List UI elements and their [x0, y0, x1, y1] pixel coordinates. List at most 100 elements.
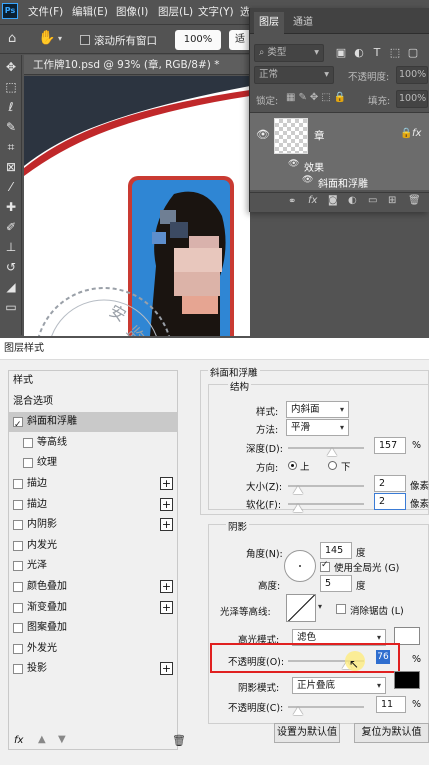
new-layer-icon[interactable]: ⊞ [388, 195, 396, 206]
fill-input[interactable]: 100% [396, 90, 428, 108]
style-item-checkbox[interactable] [23, 458, 33, 469]
direction-up-radio[interactable] [288, 461, 297, 470]
menu-image[interactable]: 图像(I) [116, 4, 148, 19]
style-item[interactable]: 内发光 [9, 536, 177, 556]
visibility-eye-icon[interactable]: 👁 [302, 175, 313, 185]
style-item[interactable]: 纹理 [9, 453, 177, 473]
style-item[interactable]: 描边 + [9, 495, 177, 515]
scroll-all-windows-checkbox[interactable] [80, 35, 90, 45]
anti-alias-checkbox[interactable] [336, 604, 346, 614]
hand-tool-icon[interactable]: ✋ [38, 30, 55, 46]
style-item-checkbox[interactable] [13, 520, 23, 531]
lock-icons[interactable]: ▦✎✥⬚🔒 [286, 92, 349, 103]
document-canvas[interactable]: 安 监 [24, 76, 250, 336]
reset-default-button[interactable]: 复位为默认值 [354, 723, 429, 743]
add-effect-plus-icon[interactable]: + [160, 600, 173, 614]
type-filter-icon[interactable]: T [370, 46, 384, 60]
style-item-checkbox[interactable] [13, 415, 23, 435]
gloss-contour-picker[interactable] [286, 594, 316, 622]
trash-icon[interactable]: 🗑 [172, 734, 186, 747]
zoom-100-button[interactable]: 100% [175, 30, 221, 50]
tab-layers[interactable]: 图层 [254, 12, 284, 34]
angle-dial[interactable] [284, 550, 316, 582]
blend-mode-select[interactable]: 正常 ▾ [254, 66, 334, 84]
clone-stamp-tool-icon[interactable]: ⊥ [3, 239, 19, 255]
depth-slider-track[interactable] [288, 447, 364, 449]
soften-input[interactable]: 2 [374, 493, 406, 510]
effect-item-row[interactable]: 👁 斜面和浮雕 [250, 174, 429, 190]
layer-row-selected[interactable]: 👁 章 🔒 fx [250, 112, 429, 158]
healing-brush-tool-icon[interactable]: ✚ [3, 199, 19, 215]
style-item[interactable]: 图案叠加 [9, 618, 177, 638]
set-default-button[interactable]: 设置为默认值 [274, 723, 340, 743]
menu-edit[interactable]: 编辑(E) [72, 4, 108, 19]
style-item[interactable]: 混合选项 [9, 392, 177, 412]
style-item-checkbox[interactable] [13, 602, 23, 613]
eraser-tool-icon[interactable]: ◢ [3, 279, 19, 295]
style-item-checkbox[interactable] [23, 437, 33, 448]
add-effect-plus-icon[interactable]: + [160, 580, 173, 593]
menu-layer[interactable]: 图层(L) [158, 4, 193, 19]
fx-icon[interactable]: fx [14, 735, 23, 746]
quick-select-tool-icon[interactable]: ✎ [3, 119, 19, 135]
style-item[interactable]: 样式 [9, 371, 177, 391]
layer-name[interactable]: 章 [314, 128, 325, 143]
style-item[interactable]: 内阴影 + [9, 515, 177, 535]
bevel-style-select[interactable]: 内斜面 ▾ [286, 401, 349, 418]
effects-row[interactable]: 👁 效果 [250, 158, 429, 174]
shadow-color-swatch[interactable] [394, 671, 420, 689]
tab-channels[interactable]: 通道 [288, 12, 318, 34]
add-effect-plus-icon[interactable]: + [160, 497, 173, 511]
style-item-checkbox[interactable] [13, 499, 23, 510]
add-mask-icon[interactable]: ◙ [328, 195, 338, 206]
chevron-down-icon[interactable]: ▾ [318, 602, 322, 611]
visibility-eye-icon[interactable]: 👁 [256, 128, 270, 141]
arrow-up-icon[interactable]: ▲ [38, 734, 46, 745]
add-style-fx-icon[interactable]: fx [308, 195, 317, 206]
eyedropper-tool-icon[interactable]: ⁄ [3, 179, 19, 195]
direction-down-radio[interactable] [328, 461, 337, 470]
soften-slider-thumb[interactable] [293, 504, 303, 512]
altitude-input[interactable]: 5 [320, 575, 352, 592]
add-effect-plus-icon[interactable]: + [160, 477, 173, 490]
shadow-opacity-slider-thumb[interactable] [293, 707, 303, 715]
style-item[interactable]: 描边 + [9, 474, 177, 494]
document-tab[interactable]: 工作牌10.psd @ 93% (章, RGB/8#) * [24, 55, 250, 75]
size-input[interactable]: 2 [374, 475, 406, 492]
technique-select[interactable]: 平滑 ▾ [286, 419, 349, 436]
style-item[interactable]: 斜面和浮雕 [9, 412, 177, 435]
style-item[interactable]: 颜色叠加 + [9, 577, 177, 597]
marquee-tool-icon[interactable]: ⬚ [3, 79, 19, 95]
fx-icon[interactable]: fx [412, 128, 421, 139]
gradient-tool-icon[interactable]: ▭ [3, 299, 19, 315]
style-item-checkbox[interactable] [13, 623, 23, 634]
add-effect-plus-icon[interactable]: + [160, 662, 173, 676]
shadow-mode-select[interactable]: 正片叠底 ▾ [292, 677, 386, 694]
size-slider-thumb[interactable] [293, 486, 303, 494]
arrow-down-icon[interactable]: ▼ [58, 734, 66, 745]
link-layers-icon[interactable]: ⚭ [288, 196, 296, 207]
style-item-checkbox[interactable] [13, 664, 23, 675]
add-effect-plus-icon[interactable]: + [160, 518, 173, 532]
opacity-input[interactable]: 100% [396, 66, 428, 84]
style-item[interactable]: 投影 + [9, 659, 177, 679]
brush-tool-icon[interactable]: ✐ [3, 219, 19, 235]
visibility-eye-icon[interactable]: 👁 [288, 159, 299, 169]
menu-type[interactable]: 文字(Y) [198, 4, 234, 19]
frame-tool-icon[interactable]: ⊠ [3, 159, 19, 175]
style-item-checkbox[interactable] [13, 643, 23, 654]
style-item-checkbox[interactable] [13, 582, 23, 592]
chevron-down-icon[interactable]: ▾ [58, 34, 62, 43]
depth-input[interactable]: 157 [374, 437, 406, 454]
style-item[interactable]: 等高线 [9, 433, 177, 453]
move-tool-icon[interactable]: ✥ [3, 59, 19, 75]
style-item-checkbox[interactable] [13, 540, 23, 551]
adjustment-filter-icon[interactable]: ◐ [352, 46, 366, 60]
adjustment-layer-icon[interactable]: ◐ [348, 195, 357, 206]
style-item[interactable]: 光泽 [9, 556, 177, 576]
lasso-tool-icon[interactable]: ℓ [3, 99, 19, 115]
layer-filter-kind-select[interactable]: ⌕ 类型 ▾ [254, 44, 324, 62]
crop-tool-icon[interactable]: ⌗ [3, 139, 19, 155]
angle-input[interactable]: 145 [320, 542, 352, 559]
style-item[interactable]: 渐变叠加 + [9, 598, 177, 618]
